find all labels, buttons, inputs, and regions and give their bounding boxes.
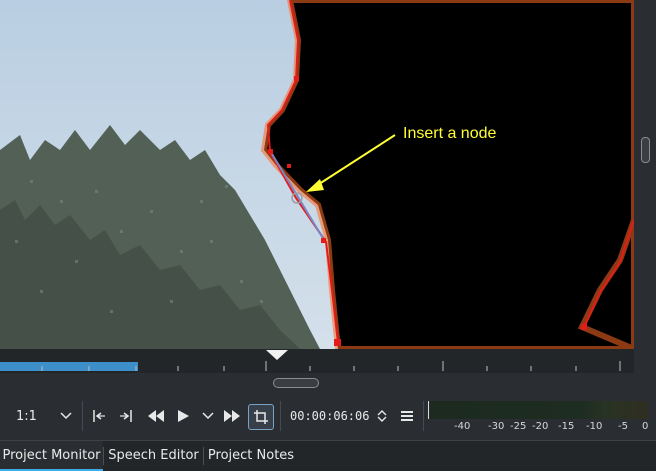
rewind-button[interactable] [146,403,166,429]
vertical-scrollbar[interactable] [634,0,656,376]
timecode-field[interactable]: 00:00:06:06 [290,403,372,429]
dock-tab-bar: Project Monitor Speech Editor Project No… [0,440,656,471]
toolbar-separator [82,401,83,431]
fast-forward-button[interactable] [222,403,242,429]
timecode-spinner[interactable] [374,403,390,429]
meter-label: -20 [532,421,549,432]
crop-icon [254,410,268,424]
control-point [287,164,291,168]
tab-project-notes[interactable]: Project Notes [204,441,298,469]
rewind-icon [148,410,164,422]
edit-mask-toggle-button[interactable] [248,404,274,430]
playhead-marker [266,350,288,360]
hamburger-menu-icon [401,411,413,421]
control-point [294,76,299,81]
control-point [581,324,587,330]
chevron-down-icon [202,412,214,420]
control-point [321,238,326,243]
meter-label: -25 [510,421,527,432]
tab-speech-editor[interactable]: Speech Editor [104,441,203,469]
zone-out-icon [120,410,132,422]
meter-label: 0 [642,421,649,432]
timeline-ruler[interactable] [0,349,634,373]
chevron-up-icon [377,410,387,416]
set-zone-in-button[interactable] [90,403,108,429]
tab-project-monitor[interactable]: Project Monitor [0,441,103,471]
meter-label: -10 [586,421,603,432]
fast-forward-icon [224,410,240,422]
meter-label: -5 [618,421,628,432]
meter-label: -30 [488,421,505,432]
set-zone-out-button[interactable] [117,403,135,429]
vertical-scrollbar-thumb[interactable] [641,137,650,163]
meter-label: -40 [454,421,471,432]
chevron-down-icon[interactable] [58,403,74,429]
horizontal-scrollbar-thumb[interactable] [273,378,319,388]
play-icon [178,410,189,422]
control-point [334,339,341,346]
audio-level-marker [428,401,429,419]
monitor-toolbar: 1:1 00:00:06:06 -40 -30 -25 -20 -15 -10 … [0,393,656,439]
chevron-down-icon [377,416,387,422]
play-options-button[interactable] [200,403,216,429]
annotation-text: Insert a node [403,125,497,142]
toolbar-separator [423,401,424,431]
monitor-viewport[interactable]: Insert a node [0,0,634,349]
zone-in-icon [93,410,105,422]
toolbar-separator [280,401,281,431]
play-button[interactable] [174,403,192,429]
audio-level-bar [430,401,648,419]
timeline-zone [0,362,138,371]
monitor-menu-button[interactable] [398,403,416,429]
meter-label: -15 [558,421,575,432]
control-point [268,149,273,154]
zoom-select[interactable]: 1:1 [16,403,46,429]
audio-level-meter: -40 -30 -25 -20 -15 -10 -5 0 [428,401,650,435]
